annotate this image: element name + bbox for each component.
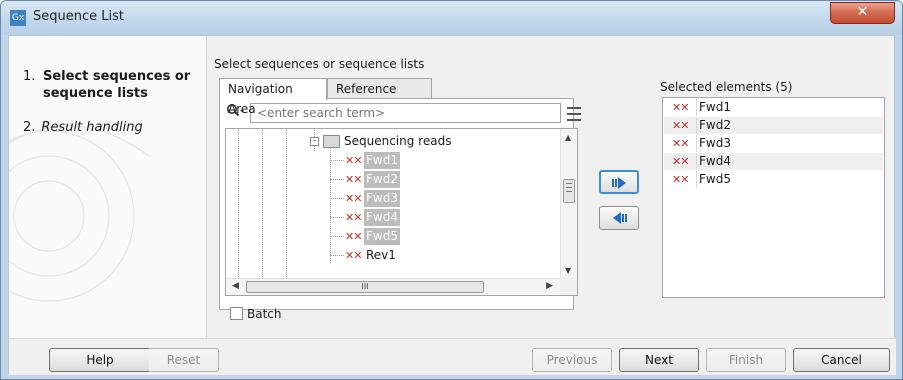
folder-icon — [323, 135, 340, 148]
scroll-down-icon[interactable]: ▼ — [565, 266, 571, 275]
sequence-icon: ✕✕ — [345, 173, 362, 186]
selected-elements-label: Selected elements (5) — [660, 80, 793, 94]
selected-item-label: Fwd5 — [696, 171, 731, 188]
tree-folder-row[interactable]: – Sequencing reads — [226, 132, 561, 151]
tree-item-label: Fwd4 — [364, 209, 400, 226]
step-2-number: 2. — [23, 120, 36, 135]
arrow-right-icon — [612, 177, 626, 189]
selected-item[interactable]: ✕✕ Fwd4 — [664, 153, 883, 170]
tree-item-label: Fwd3 — [364, 190, 400, 207]
horizontal-scroll-thumb[interactable]: III — [246, 281, 484, 293]
step-1: 1. Select sequences or sequence lists — [23, 68, 203, 102]
wizard-steps-panel: 1. Select sequences or sequence lists 2.… — [9, 36, 207, 338]
dialog-window: Gx Sequence List ✕ 1. Select sequences o… — [0, 0, 903, 380]
title-bar[interactable]: Gx Sequence List ✕ — [1, 1, 902, 35]
sequence-icon: ✕✕ — [345, 154, 362, 167]
arrow-left-icon — [613, 212, 627, 224]
tree-horizontal-scrollbar[interactable]: ◀ III ▶ — [226, 278, 561, 295]
batch-checkbox-box[interactable] — [230, 307, 243, 320]
main-panel: Select sequences or sequence lists Navig… — [208, 36, 896, 338]
dialog-body: 1. Select sequences or sequence lists 2.… — [8, 35, 896, 375]
step-1-label: Select sequences or sequence lists — [43, 69, 191, 101]
selected-item[interactable]: ✕✕ Fwd2 — [664, 117, 883, 134]
tree-item[interactable]: ✕✕ Fwd4 — [226, 208, 561, 227]
filter-menu-icon[interactable] — [566, 103, 582, 123]
navigation-tree[interactable]: – Sequencing reads ✕✕ Fwd1 ✕✕ Fwd2 ✕✕ Fw… — [225, 128, 578, 296]
scroll-right-icon[interactable]: ▶ — [546, 281, 553, 291]
tree-item[interactable]: ✕✕ Fwd1 — [226, 151, 561, 170]
selected-item[interactable]: ✕✕ Fwd3 — [664, 135, 883, 152]
step-2: 2. Result handling — [23, 120, 143, 135]
sequence-icon: ✕✕ — [345, 230, 362, 243]
sequence-icon: ✕✕ — [672, 101, 689, 114]
search-input[interactable] — [250, 103, 561, 123]
tree-vertical-scrollbar[interactable]: ▲ ▼ — [560, 129, 577, 279]
scroll-left-icon[interactable]: ◀ — [232, 281, 239, 291]
selected-elements-list[interactable]: ✕✕ Fwd1 ✕✕ Fwd2 ✕✕ Fwd3 ✕✕ Fwd4 ✕✕ Fwd5 — [662, 97, 885, 298]
sequence-icon: ✕✕ — [345, 192, 362, 205]
tree-item[interactable]: ✕✕ Fwd5 — [226, 227, 561, 246]
window-title: Sequence List — [33, 9, 124, 24]
collapse-icon[interactable]: – — [310, 137, 319, 146]
vertical-scroll-thumb[interactable] — [563, 179, 575, 203]
tab-navigation-area[interactable]: Navigation Area — [219, 78, 327, 116]
batch-label: Batch — [247, 307, 282, 321]
selected-item[interactable]: ✕✕ Fwd1 — [664, 99, 883, 116]
reset-button[interactable]: Reset — [149, 348, 219, 372]
selected-item-label: Fwd3 — [696, 135, 731, 152]
app-icon: Gx — [10, 10, 26, 26]
add-to-selected-button[interactable] — [599, 170, 639, 194]
tree-item-label: Fwd5 — [364, 228, 400, 245]
previous-button[interactable]: Previous — [532, 348, 612, 372]
help-button[interactable]: Help — [49, 348, 151, 372]
batch-checkbox[interactable]: Batch — [230, 307, 282, 321]
close-button[interactable]: ✕ — [830, 2, 895, 24]
scroll-up-icon[interactable]: ▲ — [565, 133, 571, 142]
tree-item-label: Rev1 — [366, 248, 396, 262]
tree-item-label: Fwd1 — [364, 152, 400, 169]
selected-item-label: Fwd1 — [696, 99, 731, 116]
selected-item-label: Fwd2 — [696, 117, 731, 134]
sequence-icon: ✕✕ — [672, 137, 689, 150]
tree-folder-label: Sequencing reads — [344, 134, 452, 148]
next-button[interactable]: Next — [619, 348, 699, 372]
tree-item[interactable]: ✕✕ Fwd2 — [226, 170, 561, 189]
tree-item-label: Fwd2 — [364, 171, 400, 188]
section-label: Select sequences or sequence lists — [214, 57, 425, 71]
dialog-footer: Help Reset Previous Next Finish Cancel — [9, 338, 896, 375]
step-1-number: 1. — [23, 69, 36, 84]
sequence-icon: ✕✕ — [345, 211, 362, 224]
sequence-icon: ✕✕ — [672, 173, 689, 186]
sequence-icon: ✕✕ — [672, 155, 689, 168]
sequence-icon: ✕✕ — [672, 119, 689, 132]
cancel-button[interactable]: Cancel — [793, 348, 890, 372]
remove-from-selected-button[interactable] — [599, 206, 639, 230]
selected-item-label: Fwd4 — [696, 153, 731, 170]
selected-item[interactable]: ✕✕ Fwd5 — [664, 171, 883, 188]
step-2-label: Result handling — [41, 120, 143, 135]
finish-button[interactable]: Finish — [706, 348, 786, 372]
tree-item[interactable]: ✕✕ Fwd3 — [226, 189, 561, 208]
tab-reference-data[interactable]: Reference Data — [327, 78, 432, 116]
sequence-icon: ✕✕ — [345, 249, 362, 262]
tree-item[interactable]: ✕✕ Rev1 — [226, 246, 561, 265]
